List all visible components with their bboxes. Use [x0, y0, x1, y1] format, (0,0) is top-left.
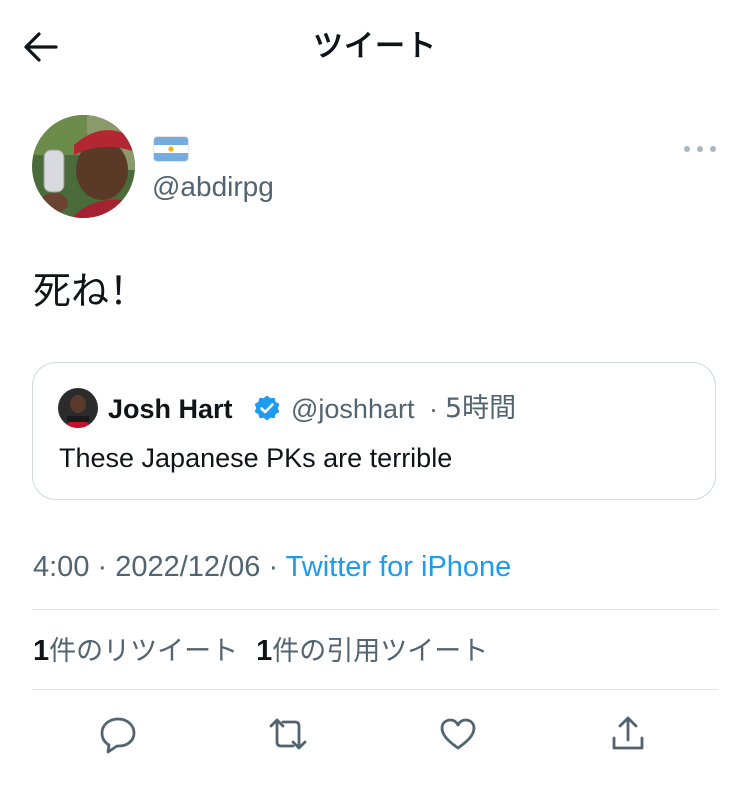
quoted-tweet-card[interactable]: Josh Hart @joshhart · 5時間 These Japanese… — [32, 362, 716, 500]
like-icon — [440, 718, 476, 750]
divider — [32, 609, 718, 610]
quoted-author-handle: @joshhart — [291, 394, 415, 424]
verified-badge-icon — [252, 394, 282, 424]
retweet-icon — [269, 718, 307, 750]
more-options-button[interactable] — [684, 138, 716, 160]
retweet-button[interactable] — [266, 712, 310, 756]
retweets-count: 1 — [33, 635, 50, 667]
meta-separator: · — [260, 551, 286, 583]
reply-icon — [100, 717, 136, 754]
quoted-author-avatar[interactable] — [58, 388, 98, 428]
share-icon — [612, 716, 644, 750]
quoted-separator: · — [429, 394, 438, 424]
author-avatar[interactable] — [32, 115, 135, 218]
like-button[interactable] — [436, 712, 480, 756]
quotes-count: 1 — [256, 635, 273, 667]
quoted-tweet-text: These Japanese PKs are terrible — [59, 443, 453, 473]
more-horizontal-icon — [684, 146, 690, 152]
quoted-tweet-time: 5時間 — [445, 393, 517, 424]
reply-button[interactable] — [96, 712, 140, 756]
meta-separator: · — [89, 551, 116, 583]
divider — [32, 689, 718, 690]
quote-tweets-stat[interactable]: 1件の引用ツイート — [256, 635, 489, 667]
tweet-stats: 1件のリツイート 1件の引用ツイート — [33, 634, 506, 669]
quotes-label: 件の引用ツイート — [272, 636, 489, 667]
tweet-client-link[interactable]: Twitter for iPhone — [286, 551, 512, 583]
tweet-text: 死ね！ — [33, 269, 148, 313]
argentina-flag-icon — [154, 137, 188, 161]
share-button[interactable] — [606, 712, 650, 756]
retweets-label: 件のリツイート — [49, 636, 239, 667]
retweets-stat[interactable]: 1件のリツイート — [33, 635, 239, 667]
tweet-meta: 4:00 · 2022/12/06 · Twitter for iPhone — [33, 550, 511, 584]
tweet-date: 2022/12/06 — [115, 551, 261, 583]
page-title: ツイート — [313, 29, 437, 64]
author-handle[interactable]: @abdirpg — [152, 171, 274, 203]
tweet-time: 4:00 — [33, 551, 90, 583]
quoted-author-name: Josh Hart — [108, 394, 233, 424]
